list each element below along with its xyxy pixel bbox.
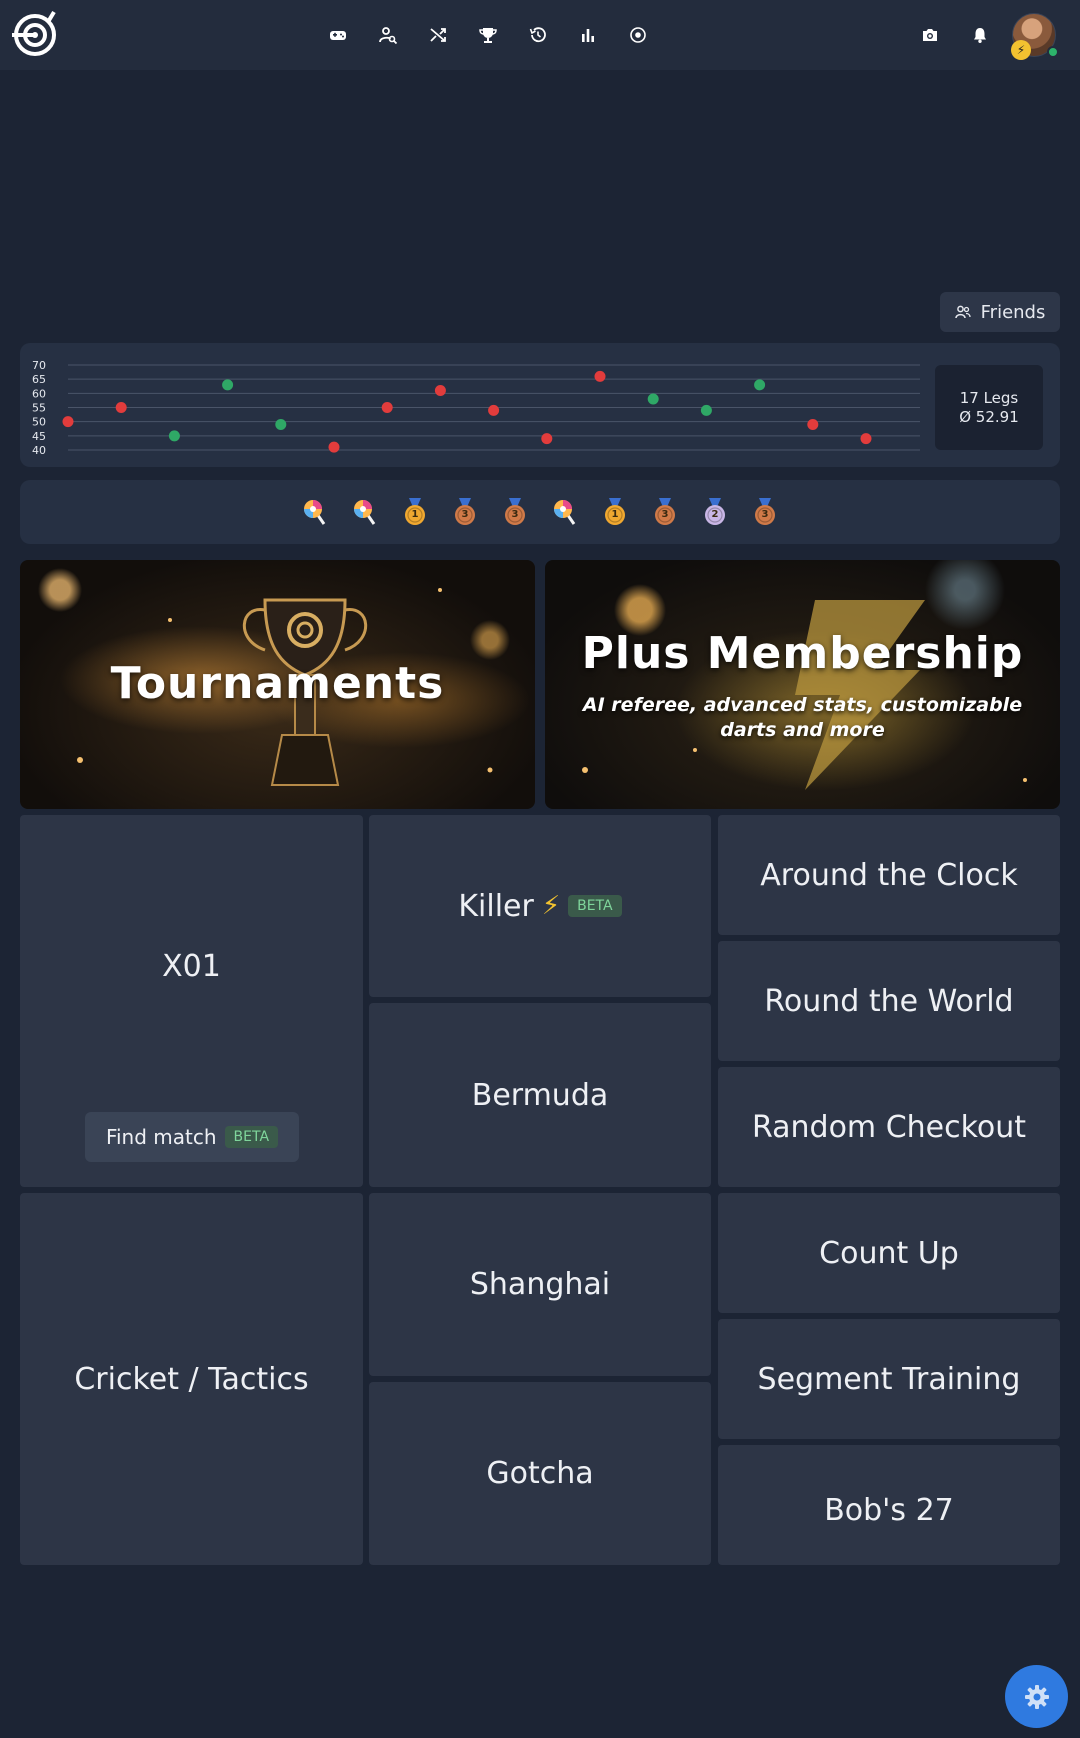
app-logo-icon[interactable] xyxy=(10,10,60,60)
bronze-medal-icon[interactable]: 3 xyxy=(652,498,678,526)
leg-point-loss[interactable] xyxy=(62,416,74,428)
silver-medal-icon[interactable]: 2 xyxy=(702,498,728,526)
user-avatar[interactable]: ⚡ xyxy=(1011,13,1059,60)
user-search-icon[interactable] xyxy=(368,15,408,55)
legs-scatter-chart: 706560 55504540 xyxy=(32,359,920,457)
online-status-indicator xyxy=(1047,46,1059,58)
bell-icon[interactable] xyxy=(960,15,1000,55)
achievements-bar: 1 3 3 1 3 2 3 xyxy=(20,480,1060,544)
game-tile-bermuda[interactable]: Bermuda xyxy=(369,1003,711,1187)
medal-rank-label: 3 xyxy=(761,509,769,520)
game-tile-count-up[interactable]: Count Up xyxy=(718,1193,1060,1313)
leg-point-win[interactable] xyxy=(222,379,234,391)
y-tick-label: 50 xyxy=(32,416,46,429)
leg-point-loss[interactable] xyxy=(434,385,446,396)
y-tick-label: 55 xyxy=(32,402,46,415)
leg-point-loss[interactable] xyxy=(541,433,553,445)
leg-point-loss[interactable] xyxy=(807,419,819,430)
bronze-medal-icon[interactable]: 3 xyxy=(502,498,528,526)
game-tile-killer[interactable]: Killer ⚡ BETA xyxy=(369,815,711,997)
tournaments-banner[interactable]: Tournaments xyxy=(20,560,535,809)
segment-training-label: Segment Training xyxy=(757,1361,1021,1397)
leg-point-loss[interactable] xyxy=(860,433,872,445)
shuffle-icon[interactable] xyxy=(418,15,458,55)
gold-medal-icon[interactable]: 1 xyxy=(602,498,628,526)
find-match-button[interactable]: Find match BETA xyxy=(85,1112,299,1162)
leg-point-loss[interactable] xyxy=(115,402,127,413)
medal-rank-label: 3 xyxy=(661,509,669,520)
game-tile-cricket[interactable]: Cricket / Tactics xyxy=(20,1193,363,1565)
leg-point-win[interactable] xyxy=(275,419,287,430)
medal-rank-label: 1 xyxy=(611,509,619,520)
camera-icon[interactable] xyxy=(910,15,950,55)
y-tick-label: 65 xyxy=(32,373,46,386)
settings-button[interactable] xyxy=(1005,1665,1068,1728)
bermuda-label: Bermuda xyxy=(471,1077,609,1113)
shanghai-label: Shanghai xyxy=(469,1267,611,1302)
legs-count: 17 Legs xyxy=(959,388,1019,407)
lollipop-icon[interactable] xyxy=(552,498,578,526)
leg-point-loss[interactable] xyxy=(488,404,500,416)
bar-chart-icon[interactable] xyxy=(568,15,608,55)
game-tile-random-checkout[interactable]: Random Checkout xyxy=(718,1067,1060,1187)
friends-label: Friends xyxy=(980,301,1046,323)
friends-icon xyxy=(954,305,971,319)
medal-rank-label: 2 xyxy=(711,509,719,520)
leg-point-loss[interactable] xyxy=(594,370,606,382)
cricket-label: Cricket / Tactics xyxy=(74,1361,309,1397)
gold-medal-icon[interactable]: 1 xyxy=(402,498,428,526)
game-tile-round-the-world[interactable]: Round the World xyxy=(718,941,1060,1061)
game-tile-around-the-clock[interactable]: Around the Clock xyxy=(718,815,1060,935)
count-up-label: Count Up xyxy=(819,1235,959,1271)
gear-icon xyxy=(1024,1684,1049,1709)
friends-button[interactable]: Friends xyxy=(940,292,1060,332)
find-match-label: Find match xyxy=(105,1125,217,1149)
legs-average: Ø 52.91 xyxy=(959,407,1019,426)
plus-bolt-icon: ⚡ xyxy=(1011,40,1031,60)
lollipop-icon[interactable] xyxy=(352,498,378,526)
plus-title: Plus Membership xyxy=(581,628,1024,679)
y-tick-label: 40 xyxy=(32,444,46,457)
random-checkout-label: Random Checkout xyxy=(751,1109,1027,1145)
y-tick-label: 60 xyxy=(32,387,46,400)
y-tick-label: 45 xyxy=(32,430,46,443)
gamepad-icon[interactable] xyxy=(318,15,358,55)
history-icon[interactable] xyxy=(518,15,558,55)
lollipop-icon[interactable] xyxy=(302,498,328,526)
medal-rank-label: 3 xyxy=(511,509,519,520)
top-navigation-bar: ⚡ xyxy=(0,0,1080,70)
game-tile-segment-training[interactable]: Segment Training xyxy=(718,1319,1060,1439)
leg-point-win[interactable] xyxy=(647,393,659,405)
leg-point-loss[interactable] xyxy=(381,402,393,413)
bobs-27-label: Bob's 27 xyxy=(824,1492,954,1528)
game-tile-gotcha[interactable]: Gotcha xyxy=(369,1382,711,1565)
medal-rank-label: 3 xyxy=(461,509,469,520)
medal-rank-label: 1 xyxy=(411,509,419,520)
killer-beta-badge: BETA xyxy=(568,895,622,917)
plus-membership-banner[interactable]: Plus Membership AI referee, advanced sta… xyxy=(545,560,1060,809)
lightning-icon: ⚡ xyxy=(541,891,561,921)
trophy-icon[interactable] xyxy=(468,15,508,55)
lightning-image xyxy=(582,600,1027,790)
around-the-clock-label: Around the Clock xyxy=(760,857,1018,893)
round-the-world-label: Round the World xyxy=(764,983,1014,1019)
leg-point-win[interactable] xyxy=(700,404,712,416)
bronze-medal-icon[interactable]: 3 xyxy=(752,498,778,526)
leg-point-win[interactable] xyxy=(168,430,180,442)
leg-point-loss[interactable] xyxy=(328,441,340,453)
bronze-medal-icon[interactable]: 3 xyxy=(452,498,478,526)
x01-label: X01 xyxy=(162,948,221,984)
tournaments-title: Tournaments xyxy=(110,658,445,709)
legs-summary: 17 Legs Ø 52.91 xyxy=(935,365,1043,450)
recent-legs-chart: 70 65 60 55 50 45 40 17 Legs Ø 52.91 xyxy=(20,343,1060,467)
game-tile-bobs-27[interactable]: Bob's 27 xyxy=(718,1445,1060,1565)
record-icon[interactable] xyxy=(618,15,658,55)
killer-label: Killer xyxy=(458,888,534,924)
leg-point-win[interactable] xyxy=(754,379,766,391)
beta-badge: BETA xyxy=(224,1126,279,1148)
plus-subtitle: AI referee, advanced stats, customizable… xyxy=(582,694,1023,741)
game-tile-shanghai[interactable]: Shanghai xyxy=(369,1193,711,1376)
gotcha-label: Gotcha xyxy=(486,1456,594,1491)
y-tick-label: 70 xyxy=(32,359,46,372)
